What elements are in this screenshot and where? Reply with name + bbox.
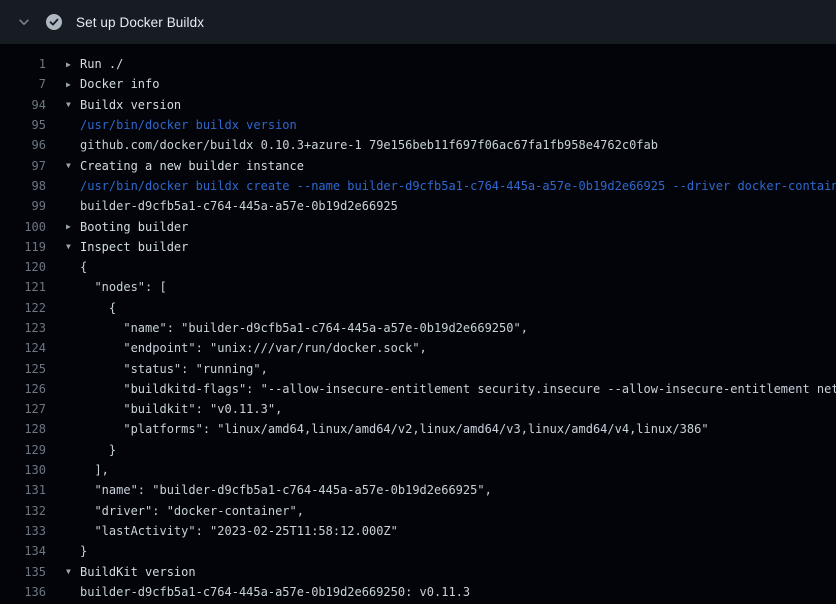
disclosure-triangle-collapsed-icon[interactable]: ▶ [66,60,80,69]
log-lines: 1 ▶ Run ./ 7 ▶ Docker info 94 ▼ Buildx v… [0,44,836,602]
log-line[interactable]: 1 ▶ Run ./ [0,54,836,74]
log-text: } [80,443,116,457]
line-number[interactable]: 7 [0,77,46,91]
line-number[interactable]: 125 [0,362,46,376]
log-line: 125 "status": "running", [0,358,836,378]
log-line[interactable]: 7 ▶ Docker info [0,74,836,94]
step-header[interactable]: Set up Docker Buildx [0,0,836,44]
log-line: 129 } [0,440,836,460]
log-line: 122 { [0,298,836,318]
log-line: 130 ], [0,460,836,480]
log-text: Booting builder [80,220,188,234]
log-text: "driver": "docker-container", [80,504,304,518]
disclosure-triangle-expanded-icon[interactable]: ▼ [66,242,80,251]
line-number[interactable]: 96 [0,138,46,152]
line-number[interactable]: 122 [0,301,46,315]
log-line: 95 /usr/bin/docker buildx version [0,115,836,135]
log-text: Docker info [80,77,159,91]
line-number[interactable]: 99 [0,199,46,213]
line-number[interactable]: 133 [0,524,46,538]
line-number[interactable]: 120 [0,260,46,274]
log-text: "platforms": "linux/amd64,linux/amd64/v2… [80,422,709,436]
line-number[interactable]: 130 [0,463,46,477]
log-line: 128 "platforms": "linux/amd64,linux/amd6… [0,419,836,439]
disclosure-triangle-expanded-icon[interactable]: ▼ [66,567,80,576]
log-line: 99 builder-d9cfb5a1-c764-445a-a57e-0b19d… [0,196,836,216]
line-number[interactable]: 129 [0,443,46,457]
line-number[interactable]: 126 [0,382,46,396]
log-text: builder-d9cfb5a1-c764-445a-a57e-0b19d2e6… [80,585,470,599]
log-line: 124 "endpoint": "unix:///var/run/docker.… [0,338,836,358]
log-text: ], [80,463,109,477]
log-line: 123 "name": "builder-d9cfb5a1-c764-445a-… [0,318,836,338]
line-number[interactable]: 136 [0,585,46,599]
disclosure-triangle-collapsed-icon[interactable]: ▶ [66,80,80,89]
line-number[interactable]: 1 [0,57,46,71]
line-number[interactable]: 123 [0,321,46,335]
log-line: 121 "nodes": [ [0,277,836,297]
line-number[interactable]: 135 [0,565,46,579]
line-number[interactable]: 134 [0,544,46,558]
log-text: github.com/docker/buildx 0.10.3+azure-1 … [80,138,658,152]
log-text: "lastActivity": "2023-02-25T11:58:12.000… [80,524,398,538]
log-text: "buildkitd-flags": "--allow-insecure-ent… [80,382,836,396]
line-number[interactable]: 97 [0,159,46,173]
disclosure-triangle-collapsed-icon[interactable]: ▶ [66,222,80,231]
log-line[interactable]: 119 ▼ Inspect builder [0,237,836,257]
log-line: 133 "lastActivity": "2023-02-25T11:58:12… [0,521,836,541]
line-number[interactable]: 121 [0,280,46,294]
log-text: "name": "builder-d9cfb5a1-c764-445a-a57e… [80,321,528,335]
line-number[interactable]: 119 [0,240,46,254]
log-line: 96 github.com/docker/buildx 0.10.3+azure… [0,135,836,155]
line-number[interactable]: 100 [0,220,46,234]
log-text: "nodes": [ [80,280,167,294]
log-text: "endpoint": "unix:///var/run/docker.sock… [80,341,427,355]
log-line[interactable]: 94 ▼ Buildx version [0,95,836,115]
log-text: "name": "builder-d9cfb5a1-c764-445a-a57e… [80,483,492,497]
step-title: Set up Docker Buildx [76,15,204,30]
line-number[interactable]: 94 [0,98,46,112]
log-line: 136 builder-d9cfb5a1-c764-445a-a57e-0b19… [0,582,836,602]
log-line: 126 "buildkitd-flags": "--allow-insecure… [0,379,836,399]
log-text: { [80,301,116,315]
chevron-down-icon[interactable] [16,14,32,30]
line-number[interactable]: 95 [0,118,46,132]
log-text: } [80,544,87,558]
log-text: "status": "running", [80,362,268,376]
log-text: Creating a new builder instance [80,159,304,173]
log-line: 127 "buildkit": "v0.11.3", [0,399,836,419]
log-line: 98 /usr/bin/docker buildx create --name … [0,176,836,196]
log-line[interactable]: 100 ▶ Booting builder [0,216,836,236]
log-text: Buildx version [80,98,181,112]
disclosure-triangle-expanded-icon[interactable]: ▼ [66,100,80,109]
line-number[interactable]: 132 [0,504,46,518]
log-text: Inspect builder [80,240,188,254]
line-number[interactable]: 127 [0,402,46,416]
log-line: 120 { [0,257,836,277]
log-text: "buildkit": "v0.11.3", [80,402,282,416]
log-text: /usr/bin/docker buildx version [80,118,297,132]
line-number[interactable]: 98 [0,179,46,193]
log-line: 131 "name": "builder-d9cfb5a1-c764-445a-… [0,480,836,500]
log-text: Run ./ [80,57,123,71]
log-text: /usr/bin/docker buildx create --name bui… [80,179,836,193]
line-number[interactable]: 128 [0,422,46,436]
log-line[interactable]: 135 ▼ BuildKit version [0,561,836,581]
line-number[interactable]: 124 [0,341,46,355]
check-circle-icon [46,14,62,30]
disclosure-triangle-expanded-icon[interactable]: ▼ [66,161,80,170]
log-line[interactable]: 97 ▼ Creating a new builder instance [0,155,836,175]
line-number[interactable]: 131 [0,483,46,497]
log-text: { [80,260,87,274]
log-line: 132 "driver": "docker-container", [0,501,836,521]
log-line: 134 } [0,541,836,561]
log-text: BuildKit version [80,565,196,579]
log-text: builder-d9cfb5a1-c764-445a-a57e-0b19d2e6… [80,199,398,213]
